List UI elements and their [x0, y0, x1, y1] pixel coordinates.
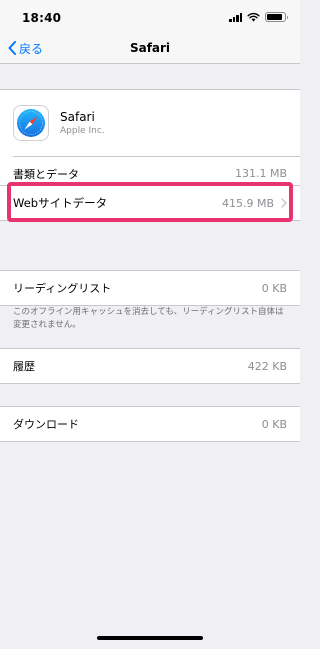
- history-label: 履歴: [13, 360, 35, 373]
- docs-and-data-label: 書類とデータ: [13, 167, 79, 181]
- downloads-label: ダウンロード: [13, 418, 79, 431]
- wifi-icon: [247, 12, 260, 22]
- website-data-label: Webサイトデータ: [13, 196, 108, 210]
- home-indicator[interactable]: [97, 636, 203, 640]
- status-icons: [229, 12, 288, 22]
- safari-compass-icon: [17, 109, 45, 137]
- page-title: Safari: [129, 41, 171, 55]
- app-header: Safari Apple Inc.: [0, 90, 300, 156]
- app-vendor: Apple Inc.: [60, 125, 105, 136]
- reading-list-label: リーディングリスト: [13, 282, 112, 295]
- safari-app-icon: [13, 105, 49, 141]
- reading-list-row: リーディングリスト 0 KB: [0, 271, 300, 305]
- history-row: 履歴 422 KB: [0, 349, 300, 383]
- website-data-row[interactable]: Webサイトデータ 415.9 MB: [0, 186, 300, 220]
- status-time: 18:40: [22, 11, 62, 25]
- app-name: Safari: [60, 109, 95, 124]
- chevron-right-icon: [281, 198, 287, 208]
- downloads-group: ダウンロード 0 KB: [0, 406, 300, 442]
- website-data-group: Webサイトデータ 415.9 MB: [0, 185, 300, 221]
- signal-icon: [229, 12, 242, 22]
- docs-and-data-value: 131.1 MB: [234, 167, 287, 180]
- history-value: 422 KB: [247, 359, 287, 373]
- downloads-row: ダウンロード 0 KB: [0, 407, 300, 441]
- website-data-value: 415.9 MB: [221, 196, 274, 210]
- nav-bar: 戻る Safari: [0, 38, 300, 64]
- downloads-value: 0 KB: [261, 417, 287, 431]
- reading-list-value: 0 KB: [261, 281, 287, 295]
- reading-list-footer-note: このオフライン用キャッシュを消去しても、リーディングリスト自体は変更されません。: [13, 307, 284, 330]
- status-bar: 18:40: [0, 0, 300, 38]
- reading-list-group: リーディングリスト 0 KB: [0, 270, 300, 306]
- history-group: 履歴 422 KB: [0, 348, 300, 384]
- app-info-group: Safari Apple Inc. 書類とデータ 131.1 MB: [0, 89, 300, 192]
- battery-icon: [265, 12, 288, 22]
